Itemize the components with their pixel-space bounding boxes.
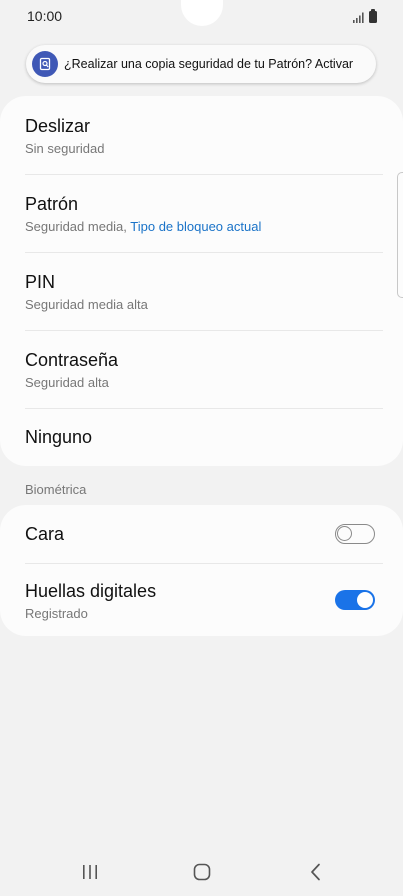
lock-option-title: Ninguno [25,427,93,447]
camera-notch [181,0,223,26]
biometric-options-card: Cara Huellas digitales Registrado [0,505,403,636]
biometric-item-subtitle: Registrado [25,606,88,621]
lock-option-subtitle: Sin seguridad [25,141,105,156]
back-button[interactable] [304,860,328,884]
lock-option-password[interactable]: Contraseña Seguridad alta [0,330,403,408]
fingerprint-toggle[interactable] [335,590,375,610]
status-time: 10:00 [27,8,63,24]
face-toggle[interactable] [335,524,375,544]
lock-option-pattern[interactable]: Patrón Seguridad media, Tipo de bloqueo … [0,174,403,252]
toggle-knob [337,526,352,541]
biometric-fingerprint-row[interactable]: Huellas digitales Registrado [0,563,403,636]
lock-option-subtitle-text: Seguridad media, [25,219,131,234]
lock-option-subtitle: Seguridad media, Tipo de bloqueo actual [25,219,261,234]
toggle-knob [357,592,373,608]
lock-option-none[interactable]: Ninguno [0,408,403,466]
lock-option-title: Patrón [25,194,79,214]
status-bar: 10:00 [0,0,403,34]
biometric-face-row[interactable]: Cara [0,505,403,563]
notification-text: ¿Realizar una copia seguridad de tu Patr… [64,57,354,71]
lock-option-subtitle: Seguridad alta [25,375,109,390]
recents-icon [83,865,97,879]
signal-icon [353,12,364,23]
screen-lock-options-card: Deslizar Sin seguridad Patrón Seguridad … [0,96,403,466]
status-icons [353,9,377,23]
lock-option-title: PIN [25,272,56,292]
biometric-item-title: Huellas digitales [25,581,157,601]
battery-icon [369,9,377,23]
lock-option-title: Deslizar [25,116,91,136]
scroll-indicator[interactable] [397,172,403,298]
lock-option-title: Contraseña [25,350,119,370]
biometric-item-title: Cara [25,524,65,544]
lock-option-swipe[interactable]: Deslizar Sin seguridad [0,96,403,174]
lock-option-pin[interactable]: PIN Seguridad media alta [0,252,403,330]
back-icon [311,863,320,881]
lock-screen-backup-icon [32,51,58,77]
home-button[interactable] [190,860,214,884]
backup-notification[interactable]: ¿Realizar una copia seguridad de tu Patr… [26,45,376,83]
lock-option-subtitle: Seguridad media alta [25,297,148,312]
current-lock-type-label: Tipo de bloqueo actual [130,219,262,234]
navigation-bar [0,846,403,896]
recents-button[interactable] [78,860,102,884]
home-icon [193,863,211,881]
section-header-biometric: Biométrica [25,482,87,497]
